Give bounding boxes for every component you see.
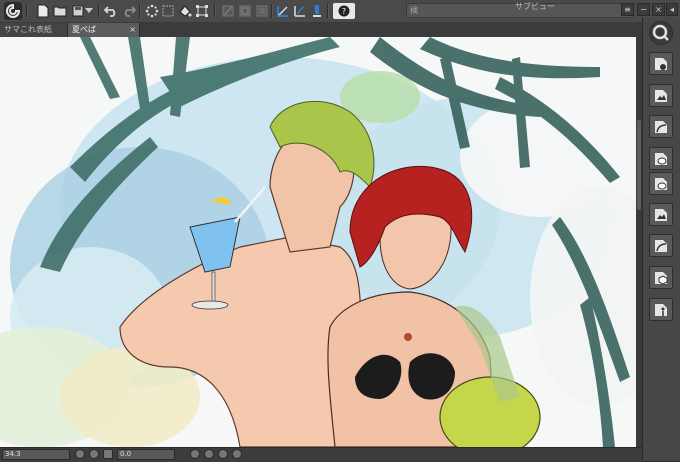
fit-icon[interactable] xyxy=(103,449,113,459)
illustration xyxy=(0,37,636,447)
snap-icon[interactable] xyxy=(292,3,308,19)
rotate-right-icon[interactable] xyxy=(204,449,214,459)
reset-rotation-icon[interactable] xyxy=(218,449,228,459)
canvas[interactable] xyxy=(0,37,636,447)
tab-cover-label: サマこれ表紙 xyxy=(4,25,52,34)
image-icon[interactable] xyxy=(649,84,673,107)
app-logo-icon[interactable] xyxy=(4,2,22,20)
open-folder-icon[interactable] xyxy=(52,3,68,19)
snap-special-icon[interactable] xyxy=(309,3,325,19)
tab-cover[interactable]: サマこれ表紙 xyxy=(0,23,68,37)
canvas-icon[interactable] xyxy=(254,3,270,19)
help-icon[interactable]: ? xyxy=(333,3,355,19)
layer-icon[interactable] xyxy=(649,52,673,75)
main-toolbar: ? 検 サブビュー ≡ − × ◂ xyxy=(0,0,680,23)
balloon-2-icon[interactable] xyxy=(649,172,673,195)
zoom-out-icon[interactable] xyxy=(75,449,85,459)
scrollbar-thumb[interactable] xyxy=(637,120,641,210)
image-2-icon[interactable] xyxy=(649,203,673,226)
balloon-icon[interactable] xyxy=(649,147,673,170)
new-file-icon[interactable] xyxy=(35,3,51,19)
minimize-icon[interactable]: − xyxy=(637,3,650,16)
redo-icon[interactable] xyxy=(121,3,137,19)
clear-icon[interactable] xyxy=(160,3,176,19)
figure-icon[interactable] xyxy=(649,298,673,321)
zoom-in-icon[interactable] xyxy=(89,449,99,459)
rotate-left-icon[interactable] xyxy=(190,449,200,459)
settings-icon[interactable] xyxy=(232,449,242,459)
tab-close-icon[interactable]: × xyxy=(129,23,136,37)
expand-icon[interactable]: ◂ xyxy=(666,3,678,16)
close-icon[interactable]: × xyxy=(652,3,665,16)
fill-icon[interactable] xyxy=(177,3,193,19)
document-tabs: サマこれ表紙 夏べば × xyxy=(0,22,642,37)
zoom-input[interactable]: 34.3 xyxy=(2,449,70,460)
dropdown-icon[interactable] xyxy=(84,3,94,19)
curve-2-icon[interactable] xyxy=(649,234,673,257)
undo-icon[interactable] xyxy=(103,3,119,19)
subview-title: サブビュー xyxy=(515,2,555,11)
window-menu-icon[interactable]: ≡ xyxy=(621,3,634,16)
search-icon[interactable] xyxy=(649,21,673,45)
hide-selection-icon[interactable] xyxy=(220,3,236,19)
loading-icon[interactable] xyxy=(144,3,160,19)
crop-icon[interactable] xyxy=(237,3,253,19)
tab-summer[interactable]: 夏べば × xyxy=(68,23,140,37)
rotation-input[interactable]: 0.0 xyxy=(117,449,175,460)
svg-text:?: ? xyxy=(342,7,346,16)
curve-icon[interactable] xyxy=(649,115,673,138)
cube-icon[interactable] xyxy=(649,266,673,289)
tab-summer-label: 夏べば xyxy=(72,25,96,34)
transform-icon[interactable] xyxy=(194,3,210,19)
ruler-icon[interactable] xyxy=(275,3,291,19)
